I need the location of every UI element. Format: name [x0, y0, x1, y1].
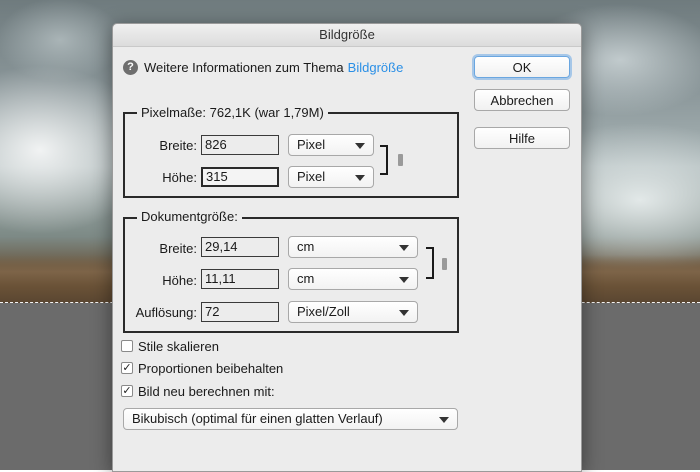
resolution-unit-value: Pixel/Zoll: [297, 304, 350, 319]
chevron-down-icon: [399, 310, 409, 316]
pixel-height-input[interactable]: 315: [201, 167, 279, 187]
constrain-proportions-checkbox[interactable]: ✓: [121, 362, 133, 374]
doc-width-label: Breite:: [159, 241, 197, 256]
pixel-width-label: Breite:: [159, 138, 197, 153]
doc-height-label: Höhe:: [162, 273, 197, 288]
help-icon[interactable]: ?: [123, 59, 138, 75]
pixel-width-unit-value: Pixel: [297, 137, 326, 152]
resample-label: Bild neu berechnen mit:: [138, 383, 275, 399]
doc-height-unit-select[interactable]: cm: [288, 268, 418, 290]
doc-width-unit-value: cm: [297, 239, 315, 254]
pixel-height-unit-value: Pixel: [297, 169, 326, 184]
constrain-proportions-option[interactable]: ✓ Proportionen beibehalten: [121, 359, 283, 377]
chevron-down-icon: [355, 143, 365, 149]
chain-link-icon: [398, 154, 403, 166]
chevron-down-icon: [399, 245, 409, 251]
pixel-height-label: Höhe:: [162, 170, 197, 185]
pixel-height-unit-select[interactable]: Pixel: [288, 166, 374, 188]
resample-checkbox[interactable]: ✓: [121, 385, 133, 397]
chevron-down-icon: [355, 175, 365, 181]
chain-link-icon: [442, 258, 447, 270]
dialog-title: Bildgröße: [113, 24, 581, 47]
document-size-title: Dokumentgröße:: [137, 209, 242, 224]
resample-method-value: Bikubisch (optimal für einen glatten Ver…: [132, 411, 383, 426]
doc-width-input[interactable]: 29,14: [201, 237, 279, 257]
resample-method-select[interactable]: Bikubisch (optimal für einen glatten Ver…: [123, 408, 458, 430]
chevron-down-icon: [439, 417, 449, 423]
resolution-unit-select[interactable]: Pixel/Zoll: [288, 301, 418, 323]
resample-option[interactable]: ✓ Bild neu berechnen mit:: [121, 382, 275, 400]
image-size-dialog: Bildgröße ? Weitere Informationen zum Th…: [112, 23, 582, 472]
scale-styles-label: Stile skalieren: [138, 338, 219, 354]
doc-height-unit-value: cm: [297, 271, 315, 286]
resolution-input[interactable]: 72: [201, 302, 279, 322]
help-button[interactable]: Hilfe: [474, 127, 570, 149]
cancel-button[interactable]: Abbrechen: [474, 89, 570, 111]
pixel-dimensions-title: Pixelmaße: 762,1K (war 1,79M): [137, 105, 328, 120]
doc-width-unit-select[interactable]: cm: [288, 236, 418, 258]
doc-height-input[interactable]: 11,11: [201, 269, 279, 289]
chevron-down-icon: [399, 277, 409, 283]
info-text: Weitere Informationen zum Thema: [144, 59, 344, 75]
pixel-width-input[interactable]: 826: [201, 135, 279, 155]
scale-styles-option[interactable]: Stile skalieren: [121, 337, 219, 355]
info-row: ? Weitere Informationen zum Thema Bildgr…: [123, 57, 403, 77]
pixel-width-unit-select[interactable]: Pixel: [288, 134, 374, 156]
doc-proportion-link-bracket: [426, 247, 434, 279]
constrain-proportions-label: Proportionen beibehalten: [138, 360, 284, 376]
resolution-label: Auflösung:: [135, 305, 197, 320]
scale-styles-checkbox[interactable]: [121, 340, 133, 352]
ok-button[interactable]: OK: [474, 56, 570, 78]
info-link[interactable]: Bildgröße: [348, 60, 404, 75]
proportion-link-bracket: [380, 145, 388, 175]
